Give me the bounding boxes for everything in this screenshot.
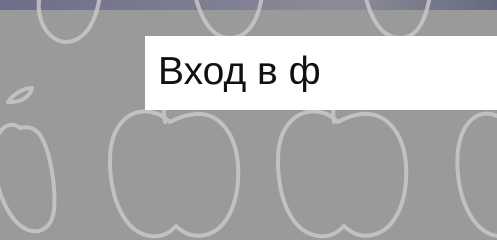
apple-outline-icon bbox=[194, 0, 264, 40]
apple-outline-icon bbox=[0, 122, 57, 234]
apple-outline-icon bbox=[36, 0, 102, 44]
apple-outline-icon bbox=[276, 109, 409, 239]
apple-outline-icon bbox=[455, 111, 497, 238]
slide-title: Вход в ф bbox=[158, 50, 321, 93]
apple-outline-icon bbox=[108, 109, 241, 239]
apple-outline-icon bbox=[364, 0, 432, 40]
leaf-icon bbox=[6, 86, 34, 105]
